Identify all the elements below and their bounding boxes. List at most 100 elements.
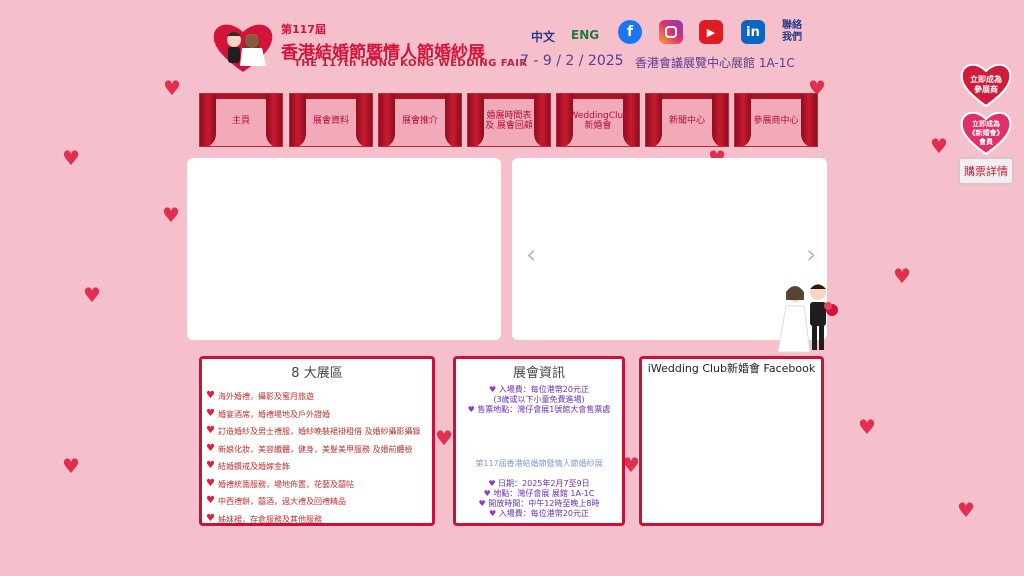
- carousel-next-icon[interactable]: ›: [806, 240, 816, 270]
- curtain-right: [712, 94, 728, 146]
- banner-left[interactable]: [187, 158, 501, 340]
- info-line: ♥ 入場費：每位港幣20元正: [456, 509, 622, 519]
- curtain-right: [534, 94, 550, 146]
- facebook-panel[interactable]: iWedding Club新婚會 Facebook: [639, 356, 824, 526]
- info-text: 地點：灣仔會展 展館 1A-1C: [493, 489, 595, 498]
- heart-bullet-icon: ♥: [206, 512, 215, 524]
- become-member-label: 立即成為 《新婚會》 會員: [968, 119, 1004, 146]
- zone-label: 姊妹裙，存倉服務及其他服務: [217, 514, 322, 524]
- info-text: 開放時間：中午12時至晚上8時: [488, 499, 600, 508]
- info-line: ♥ 日期：2025年2月7至9日: [456, 479, 622, 489]
- zone-label: 婚禮統籌服務，場地佈置，花藝及囍帖: [217, 479, 354, 489]
- info-title: 展會資訊: [512, 366, 565, 381]
- heart-bullet-icon: ♥: [489, 385, 499, 394]
- ticket-details-button[interactable]: 購票詳情: [958, 157, 1014, 185]
- heart-bullet-icon: ♥: [206, 495, 215, 506]
- heart-bullet-icon: ♥: [206, 460, 215, 471]
- instagram-icon[interactable]: [659, 20, 683, 44]
- nav-label: 展會推介: [401, 116, 438, 126]
- nav-label: iWeddingClub 新婚會: [567, 111, 629, 131]
- nav-label: 新聞中心: [668, 116, 705, 126]
- nav-news[interactable]: 新聞中心: [645, 93, 729, 147]
- heart-bullet-icon: ♥: [206, 442, 215, 454]
- list-item[interactable]: ♥ 新娘化妝，美容纖體，健身，美髮美甲服務 及婚前體檢: [206, 442, 432, 462]
- curtain-right: [445, 94, 461, 146]
- decor-heart-icon: ♥: [163, 76, 181, 100]
- facebook-icon[interactable]: f: [618, 20, 642, 44]
- carousel-prev-icon[interactable]: ‹: [526, 240, 536, 270]
- lang-en-link[interactable]: ENG: [571, 28, 599, 42]
- info-subtitle: 第117屆香港結婚節暨情人節婚紗展: [475, 459, 603, 468]
- heart-bullet-icon: ♥: [467, 405, 478, 414]
- decor-heart-icon: ♥: [62, 454, 80, 478]
- zones-panel: 8 大展區 ♥ 海外婚禮，攝影及蜜月旅遊 ♥ 婚宴酒席，婚禮場地及戶外證婚 ♥ 訂造婚…: [199, 356, 435, 526]
- heart-bullet-icon: ♥: [489, 509, 499, 518]
- list-item[interactable]: ♥ 中西禮餅，囍酒，過大禮及回禮精品: [206, 496, 432, 514]
- decor-heart-icon: ♥: [893, 264, 911, 288]
- zones-list: ♥ 海外婚禮，攝影及蜜月旅遊 ♥ 婚宴酒席，婚禮場地及戶外證婚 ♥ 訂造婚紗及男士禮服…: [206, 391, 432, 524]
- youtube-icon[interactable]: ▶: [699, 20, 723, 44]
- fair-date: 7 - 9 / 2 / 2025: [520, 53, 624, 69]
- become-exhibitor-button[interactable]: 立即成為 參展商: [958, 62, 1014, 108]
- info-line: ♥ 地點：灣仔會展 展館 1A-1C: [456, 489, 622, 499]
- decor-heart-icon: ♥: [162, 203, 180, 227]
- curtain-right: [801, 94, 817, 146]
- heart-bullet-icon: ♥: [488, 479, 499, 488]
- facebook-panel-title: iWedding Club新婚會 Facebook: [647, 362, 816, 375]
- decor-heart-icon: ♥: [435, 426, 453, 450]
- become-exhibitor-label: 立即成為 參展商: [970, 75, 1002, 94]
- nav-schedule-review[interactable]: 婚展時間表 及 展會回顧: [467, 93, 551, 147]
- heart-bullet-icon: ♥: [483, 489, 494, 498]
- heart-bullet-icon: ♥: [206, 425, 215, 436]
- lang-zh-link[interactable]: 中文: [531, 28, 555, 45]
- nav-label: 參展商中心: [753, 116, 799, 126]
- info-text: 售票地點：灣仔會展1號館大會售票處: [477, 405, 611, 414]
- nav-label: 婚展時間表 及 展會回顧: [485, 111, 533, 131]
- zone-label: 中西禮餅，囍酒，過大禮及回禮精品: [217, 497, 346, 506]
- zones-title: 8 大展區: [291, 366, 343, 381]
- nav-label: 主頁: [231, 116, 250, 126]
- info-line: ♥ 售票地點：灣仔會展1號館大會售票處: [456, 405, 622, 415]
- curtain-right: [266, 94, 282, 146]
- info-text: 日期：2025年2月7至9日: [498, 479, 590, 488]
- decor-heart-icon: ♥: [858, 415, 876, 439]
- list-item[interactable]: ♥ 婚宴酒席，婚禮場地及戶外證婚: [206, 407, 432, 427]
- heart-bullet-icon: ♥: [478, 499, 489, 508]
- list-item[interactable]: ♥ 婚禮統籌服務，場地佈置，花藝及囍帖: [206, 477, 432, 497]
- zone-label: 海外婚禮，攝影及蜜月旅遊: [217, 392, 314, 401]
- fair-title-en: THE 117th HONG KONG WEDDING FAIR: [294, 58, 528, 69]
- curtain-right: [356, 94, 372, 146]
- nav-highlights[interactable]: 展會推介: [378, 93, 462, 147]
- decor-heart-icon: ♥: [930, 134, 948, 158]
- list-item[interactable]: ♥ 姊妹裙，存倉服務及其他服務: [206, 512, 432, 524]
- fair-venue: 香港會議展覽中心展館 1A-1C: [635, 56, 795, 70]
- zone-label: 訂造婚紗及男士禮服，婚紗晚裝裙褂租借 及婚紗攝影攝錄: [217, 427, 421, 436]
- nav-label: 展會資料: [312, 116, 349, 126]
- zone-label: 婚宴酒席，婚禮場地及戶外證婚: [217, 409, 330, 419]
- list-item[interactable]: ♥ 海外婚禮，攝影及蜜月旅遊: [206, 391, 432, 409]
- info-text: 入場費：每位港幣20元正: [498, 385, 589, 394]
- fair-title: 第117屆 香港結婚節暨情人節婚紗展: [281, 18, 485, 63]
- info-text: 入場費：每位港幣20元正: [498, 509, 589, 518]
- heart-bullet-icon: ♥: [206, 477, 215, 489]
- become-member-button[interactable]: 立即成為 《新婚會》 會員: [958, 110, 1014, 156]
- bride-groom-illustration: [778, 284, 838, 353]
- info-line: ♥ 開放時間：中午12時至晚上8時: [456, 499, 622, 509]
- zone-label: 結婚鑽戒及婚嫁金飾: [217, 462, 290, 471]
- heart-bullet-icon: ♥: [206, 390, 215, 401]
- linkedin-icon[interactable]: in: [741, 20, 765, 44]
- nav-home[interactable]: 主頁: [199, 93, 283, 147]
- info-panel: 展會資訊 ♥ 入場費：每位港幣20元正 (3歲或以下小童免費進場) ♥ 售票地點…: [453, 356, 625, 526]
- list-item[interactable]: ♥ 結婚鑽戒及婚嫁金飾: [206, 461, 432, 479]
- nav-fair-info[interactable]: 展會資料: [289, 93, 373, 147]
- nav-iweddingclub[interactable]: iWeddingClub 新婚會: [556, 93, 640, 147]
- decor-heart-icon: ♥: [957, 498, 975, 522]
- info-line: (3歲或以下小童免費進場): [493, 395, 585, 404]
- contact-us-link[interactable]: 聯絡我們: [780, 20, 804, 44]
- zone-label: 新娘化妝，美容纖體，健身，美髮美甲服務 及婚前體檢: [217, 444, 413, 454]
- heart-bullet-icon: ♥: [206, 407, 215, 419]
- wedding-fair-logo-icon[interactable]: [210, 20, 276, 74]
- nav-exhibitor-centre[interactable]: 參展商中心: [734, 93, 818, 147]
- fair-edition: 第117屆: [281, 23, 326, 36]
- list-item[interactable]: ♥ 訂造婚紗及男士禮服，婚紗晚裝裙褂租借 及婚紗攝影攝錄: [206, 426, 432, 444]
